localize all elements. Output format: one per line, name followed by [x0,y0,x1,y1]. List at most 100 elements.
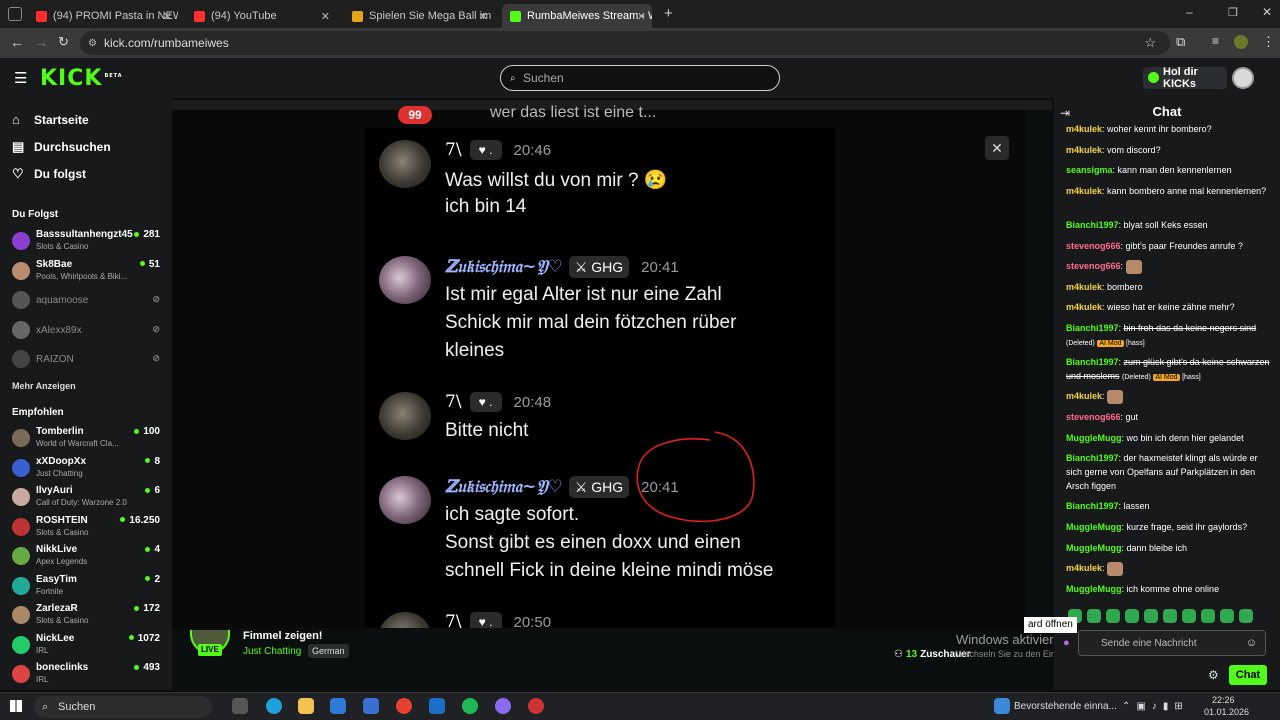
menu-dots-icon[interactable]: ⋮ [1262,34,1275,50]
chrome-icon[interactable] [396,698,412,714]
mic-icon[interactable]: ● [1063,637,1070,649]
search-input[interactable]: ⌕ Suchen [500,65,780,91]
channel-item[interactable]: IlvyAuri Call of Duty: Warzone 2.0 6 [12,485,162,513]
file-explorer-icon[interactable] [298,698,314,714]
chat-message[interactable]: m4kulek: bombero [1066,280,1274,294]
media-icon[interactable]: ≡ [1212,34,1219,48]
language-tag[interactable]: German [308,644,349,658]
chat-message[interactable]: Bianchi1997: blyat soll Keks essen [1066,218,1274,232]
tab-close-icon[interactable]: ✕ [321,10,330,23]
chat-username[interactable]: m4kulek [1066,391,1102,401]
chat-username[interactable]: m4kulek [1066,186,1102,196]
chat-username[interactable]: MuggleMugg [1066,522,1122,532]
emote-icon[interactable] [1182,609,1196,623]
tab-close-icon[interactable]: ✕ [637,10,646,23]
emote-icon[interactable] [1201,609,1215,623]
tab-close-icon[interactable]: ✕ [163,10,172,23]
chat-message[interactable]: stevenog666: gibt's paar Freundes anrufe… [1066,239,1274,253]
taskbar-notification-text[interactable]: Bevorstehende einna... [1014,701,1117,712]
chat-username[interactable]: m4kulek [1066,145,1102,155]
chat-message[interactable]: m4kulek: [1066,389,1274,404]
new-tab-button[interactable]: + [664,5,673,22]
chat-message[interactable]: m4kulek: woher kennt ihr bombero? [1066,122,1274,136]
kick-logo[interactable]: KICK BETA [40,66,123,91]
channel-item[interactable]: RAIZON ⊘ [12,347,162,375]
show-more-link[interactable]: Mehr Anzeigen [12,381,76,391]
restore-window-button[interactable]: ❐ [1228,6,1238,19]
user-avatar[interactable] [1232,67,1254,89]
chat-message[interactable]: MuggleMugg: wo bin ich denn hier gelande… [1066,431,1274,445]
chat-message[interactable]: m4kulek: wieso hat er keine zähne mehr? [1066,300,1274,314]
task-view-icon[interactable] [232,698,248,714]
chat-message[interactable]: stevenog666: [1066,259,1274,274]
category-link[interactable]: Just Chatting [243,646,301,657]
channel-item[interactable]: boneclinks IRL 493 [12,662,162,690]
hamburger-menu-icon[interactable]: ☰ [14,69,27,87]
chat-message[interactable]: MuggleMugg: kurze frage, seid ihr gaylor… [1066,520,1274,534]
media-player-icon[interactable] [429,698,445,714]
mail-icon[interactable] [330,698,346,714]
chat-username[interactable]: m4kulek [1066,282,1102,292]
chat-username[interactable]: stevenog666 [1066,261,1121,271]
chat-username[interactable]: stevenog666 [1066,412,1121,422]
forward-icon[interactable]: → [34,34,48,50]
channel-item[interactable]: xAlexx89x ⊘ [12,318,162,346]
chat-username[interactable]: m4kulek [1066,302,1102,312]
emote-icon[interactable] [1144,609,1158,623]
taskbar-search[interactable]: ⌕ Suchen [34,696,212,718]
chat-message-input[interactable]: ● Sende eine Nachricht ☺ [1063,630,1266,656]
calendar-notification-icon[interactable] [994,698,1010,714]
chat-settings-icon[interactable]: ⚙ [1208,668,1219,682]
extensions-icon[interactable]: ⧉ [1176,34,1185,50]
chat-username[interactable]: seansigma [1066,165,1113,175]
messenger-icon[interactable] [495,698,511,714]
chat-message[interactable]: seansigma: kann man den kennenlernen [1066,163,1274,177]
spotify-icon[interactable] [462,698,478,714]
chat-username[interactable]: m4kulek [1066,563,1102,573]
browser-tab[interactable]: RumbaMeiwes Stream - Watch✕ [502,4,652,28]
browser-tab[interactable]: (94) YouTube ✕ [186,4,336,28]
emote-icon[interactable] [1125,609,1139,623]
channel-item[interactable]: Tomberlin World of Warcraft Cla... 100 [12,426,162,454]
clock-time[interactable]: 22:26 [1212,695,1235,705]
channel-item[interactable]: EasyTim Fortnite 2 [12,574,162,602]
windows-start-icon[interactable] [10,700,22,712]
channel-item[interactable]: Basssultanhengzt45 Slots & Casino 281 [12,229,162,257]
emoji-picker-icon[interactable]: ☺ [1246,637,1257,649]
emote-icon[interactable] [1163,609,1177,623]
sidebar-nav-item[interactable]: ▤ Durchsuchen [12,139,111,155]
chat-username[interactable]: Bianchi1997 [1066,220,1119,230]
clock-date[interactable]: 01.01.2026 [1204,707,1249,717]
site-info-icon[interactable]: ⚙ [88,38,97,49]
reload-icon[interactable]: ↻ [58,34,69,50]
close-window-button[interactable]: ✕ [1262,5,1272,19]
chat-message[interactable]: Bianchi1997: bin froh das da keine neger… [1066,321,1274,351]
chat-username[interactable]: stevenog666 [1066,241,1121,251]
channel-item[interactable]: aquamoose ⊘ [12,288,162,316]
chat-username[interactable]: Bianchi1997 [1066,357,1119,367]
tray-icons[interactable]: ⌃▣♪▮⊞ [1122,701,1189,712]
channel-item[interactable]: ZarlezaR Slots & Casino 172 [12,603,162,631]
chat-message[interactable]: m4kulek: vom discord? [1066,143,1274,157]
emote-icon[interactable] [1220,609,1234,623]
chat-message[interactable]: m4kulek: [1066,561,1274,576]
chat-username[interactable]: m4kulek [1066,124,1102,134]
chat-message[interactable]: MuggleMugg: dann bleibe ich [1066,541,1274,555]
channel-item[interactable]: Sk8Bae Pools, Whirlpools & Biki... 51 [12,259,162,287]
chat-message[interactable]: stevenog666: gut [1066,410,1274,424]
edge-icon[interactable] [266,698,282,714]
chat-message[interactable]: Bianchi1997: lassen [1066,499,1274,513]
get-kicks-button[interactable]: Hol dir KICKs [1143,66,1227,90]
minimize-window-button[interactable]: – [1186,5,1193,19]
emote-icon[interactable] [1087,609,1101,623]
send-chat-button[interactable]: Chat [1229,665,1267,685]
channel-item[interactable]: NickLee IRL 1072 [12,633,162,661]
bookmark-star-icon[interactable]: ☆ [1144,35,1156,51]
chat-username[interactable]: MuggleMugg [1066,584,1122,594]
chat-username[interactable]: Bianchi1997 [1066,501,1119,511]
chat-message[interactable]: m4kulek: kann bombero anne mal kennenler… [1066,184,1274,198]
emote-icon[interactable] [1239,609,1253,623]
close-viewer-button[interactable]: ✕ [985,136,1009,160]
chat-message[interactable]: MuggleMugg: ich komme ohne online [1066,582,1274,596]
channel-item[interactable]: NikkLive Apex Legends 4 [12,544,162,572]
